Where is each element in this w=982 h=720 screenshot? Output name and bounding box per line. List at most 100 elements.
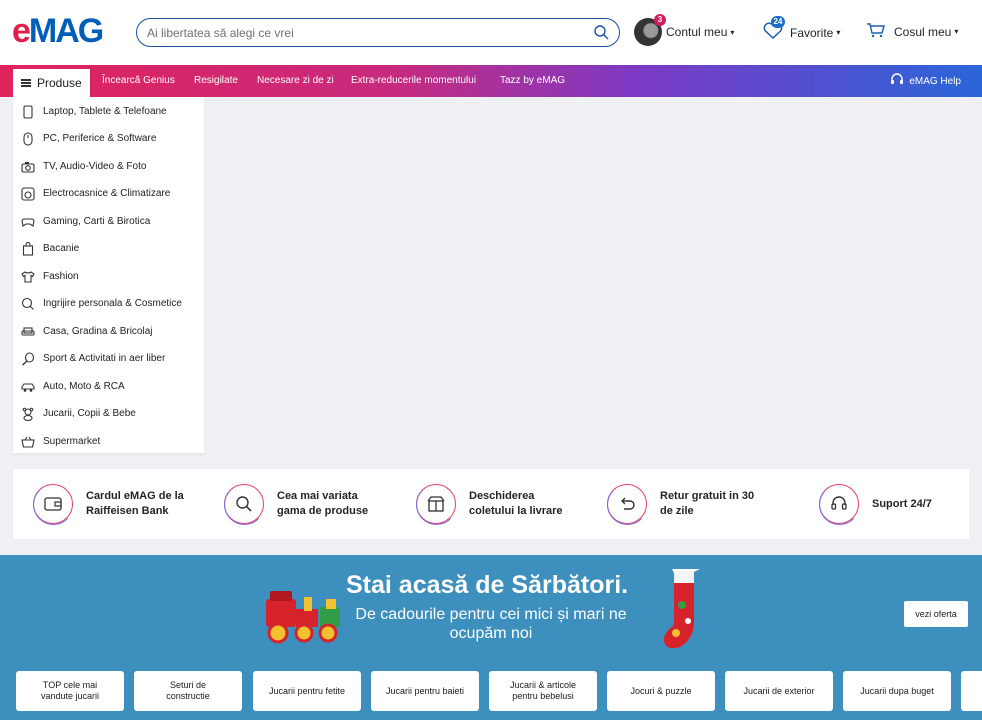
help-label: eMAG Help [909,76,961,87]
menu-item-label: Sport & Activitati in aer liber [43,353,166,364]
menu-item-fashion[interactable]: Fashion [13,263,204,290]
category-button-fetite[interactable]: Jucarii pentru fetite [253,671,361,711]
search-icon[interactable] [594,25,609,45]
tshirt-icon [21,270,35,284]
nav-link-extra-reduceri[interactable]: Extra-reducerile momentului [351,75,476,86]
cart-menu[interactable]: Cosul meu ▾ [866,22,958,41]
menu-item-bacanie[interactable]: Bacanie [13,235,204,262]
care-icon [21,297,35,311]
toy-train-icon [262,585,344,654]
cart-icon [866,22,886,41]
racket-icon [21,351,35,366]
favorites-badge: 24 [771,16,785,28]
products-menu-button[interactable]: Produse [13,69,90,97]
magnifier-icon [223,483,265,525]
hamburger-icon [21,79,31,87]
menu-item-electrocasnice[interactable]: Electrocasnice & Climatizare [13,180,204,207]
menu-item-tv[interactable]: TV, Audio-Video & Foto [13,153,204,180]
avatar: 3 [634,14,666,46]
benefit-text: Suport 24/7 [872,497,932,510]
menu-item-label: Casa, Gradina & Bricolaj [43,326,153,337]
wallet-icon [32,483,74,525]
benefit-variety[interactable]: Cea mai variata gama de produse [223,483,387,525]
category-button-bebelusi[interactable]: Jucarii & articole pentru bebelusi [489,671,597,711]
benefit-card-raiffeisen[interactable]: Cardul eMAG de la Raiffeisen Bank [32,483,196,525]
gamepad-icon [21,215,35,229]
headset-icon [890,73,904,90]
menu-item-sport[interactable]: Sport & Activitati in aer liber [13,345,204,372]
menu-item-label: Laptop, Tablete & Telefoane [43,106,167,117]
category-button-baieti[interactable]: Jucarii pentru baieti [371,671,479,711]
return-icon [606,483,648,525]
menu-item-label: Ingrijire personala & Cosmetice [43,298,182,309]
appliance-icon [21,186,35,201]
favorites-menu[interactable]: 24 Favorite ▾ [762,16,841,43]
menu-item-casa[interactable]: Casa, Gradina & Bricolaj [13,318,204,345]
menu-item-label: Jucarii, Copii & Bebe [43,408,136,419]
headset-icon [818,483,860,525]
chevron-down-icon: ▾ [836,28,841,37]
benefit-text: Cea mai variata gama de produse [277,490,369,517]
benefit-text: Cardul eMAG de la Raiffeisen Bank [86,490,184,517]
menu-item-label: PC, Periferice & Software [43,133,157,144]
nav-link-resigilate[interactable]: Resigilate [194,75,238,86]
account-badge: 3 [654,14,666,26]
category-button-puzzle[interactable]: Jocuri & puzzle [607,671,715,711]
categories-menu: Laptop, Tablete & Telefoane PC, Periferi… [13,97,204,453]
category-button-exterior[interactable]: Jucarii de exterior [725,671,833,711]
products-label: Produse [37,76,82,90]
bag-icon [21,241,35,256]
benefit-open-package[interactable]: Deschiderea coletului la livrare [415,483,579,525]
benefit-return[interactable]: Retur gratuit in 30 de zile [606,483,770,525]
menu-item-jucarii[interactable]: Jucarii, Copii & Bebe [13,400,204,427]
main-navbar: Produse Încearcă Genius Resigilate Neces… [0,65,982,97]
holiday-promo-banner: Stai acasă de Sărbători. De cadourile pe… [0,555,982,720]
category-button-buget[interactable]: Jucarii dupa buget [843,671,951,711]
benefits-strip: Cardul eMAG de la Raiffeisen Bank Cea ma… [13,469,969,539]
nav-link-tazz[interactable]: Tazz by eMAG [500,75,565,86]
car-icon [21,380,35,394]
header: eMAG 3 Contul meu ▾ 24 Favorite ▾ Cosul … [0,0,982,65]
menu-item-laptop[interactable]: Laptop, Tablete & Telefoane [13,98,204,125]
see-offer-button[interactable]: vezi oferta [904,601,968,627]
category-button-top[interactable]: TOP cele mai vandute jucarii [16,671,124,711]
menu-item-label: Supermarket [43,436,101,447]
menu-item-ingrijire[interactable]: Ingrijire personala & Cosmetice [13,290,204,317]
christmas-stocking-icon [660,565,714,660]
search-box [136,18,620,47]
basket-icon [21,435,35,449]
nav-link-genius[interactable]: Încearcă Genius [102,75,175,86]
emag-logo[interactable]: eMAG [12,14,104,48]
banner-subtitle: De cadourile pentru cei mici și mari ne … [355,606,627,642]
menu-item-label: Auto, Moto & RCA [43,381,125,392]
menu-item-auto[interactable]: Auto, Moto & RCA [13,373,204,400]
heart-icon: 24 [762,16,785,43]
menu-item-gaming[interactable]: Gaming, Carti & Birotica [13,208,204,235]
cart-label: Cosul meu [894,24,952,39]
benefit-text: Retur gratuit in 30 de zile [660,490,755,517]
sofa-icon [21,325,35,339]
mouse-icon [21,131,35,146]
benefit-support[interactable]: Suport 24/7 [818,483,982,525]
menu-item-label: TV, Audio-Video & Foto [43,161,147,172]
benefit-text: Deschiderea coletului la livrare [469,490,563,517]
search-input[interactable] [147,24,587,42]
phone-icon [21,104,35,119]
nav-link-necesare[interactable]: Necesare zi de zi [257,75,334,86]
menu-item-supermarket[interactable]: Supermarket [13,428,204,455]
box-icon [415,483,457,525]
menu-item-label: Fashion [43,271,79,282]
chevron-down-icon: ▾ [954,27,959,36]
category-button-seturi[interactable]: Seturi de constructie [134,671,242,711]
menu-item-label: Electrocasnice & Climatizare [43,188,171,199]
teddy-icon [21,407,35,421]
favorites-label: Favorite [790,25,834,40]
category-button-partial[interactable] [961,671,982,711]
menu-item-pc[interactable]: PC, Periferice & Software [13,125,204,152]
menu-item-label: Bacanie [43,243,80,254]
chevron-down-icon: ▾ [730,27,735,37]
help-link[interactable]: eMAG Help [890,73,961,90]
account-menu[interactable]: 3 Contul meu ▾ [634,14,735,46]
banner-title: Stai acasă de Sărbători. [346,571,629,599]
menu-item-label: Gaming, Carti & Birotica [43,216,151,227]
